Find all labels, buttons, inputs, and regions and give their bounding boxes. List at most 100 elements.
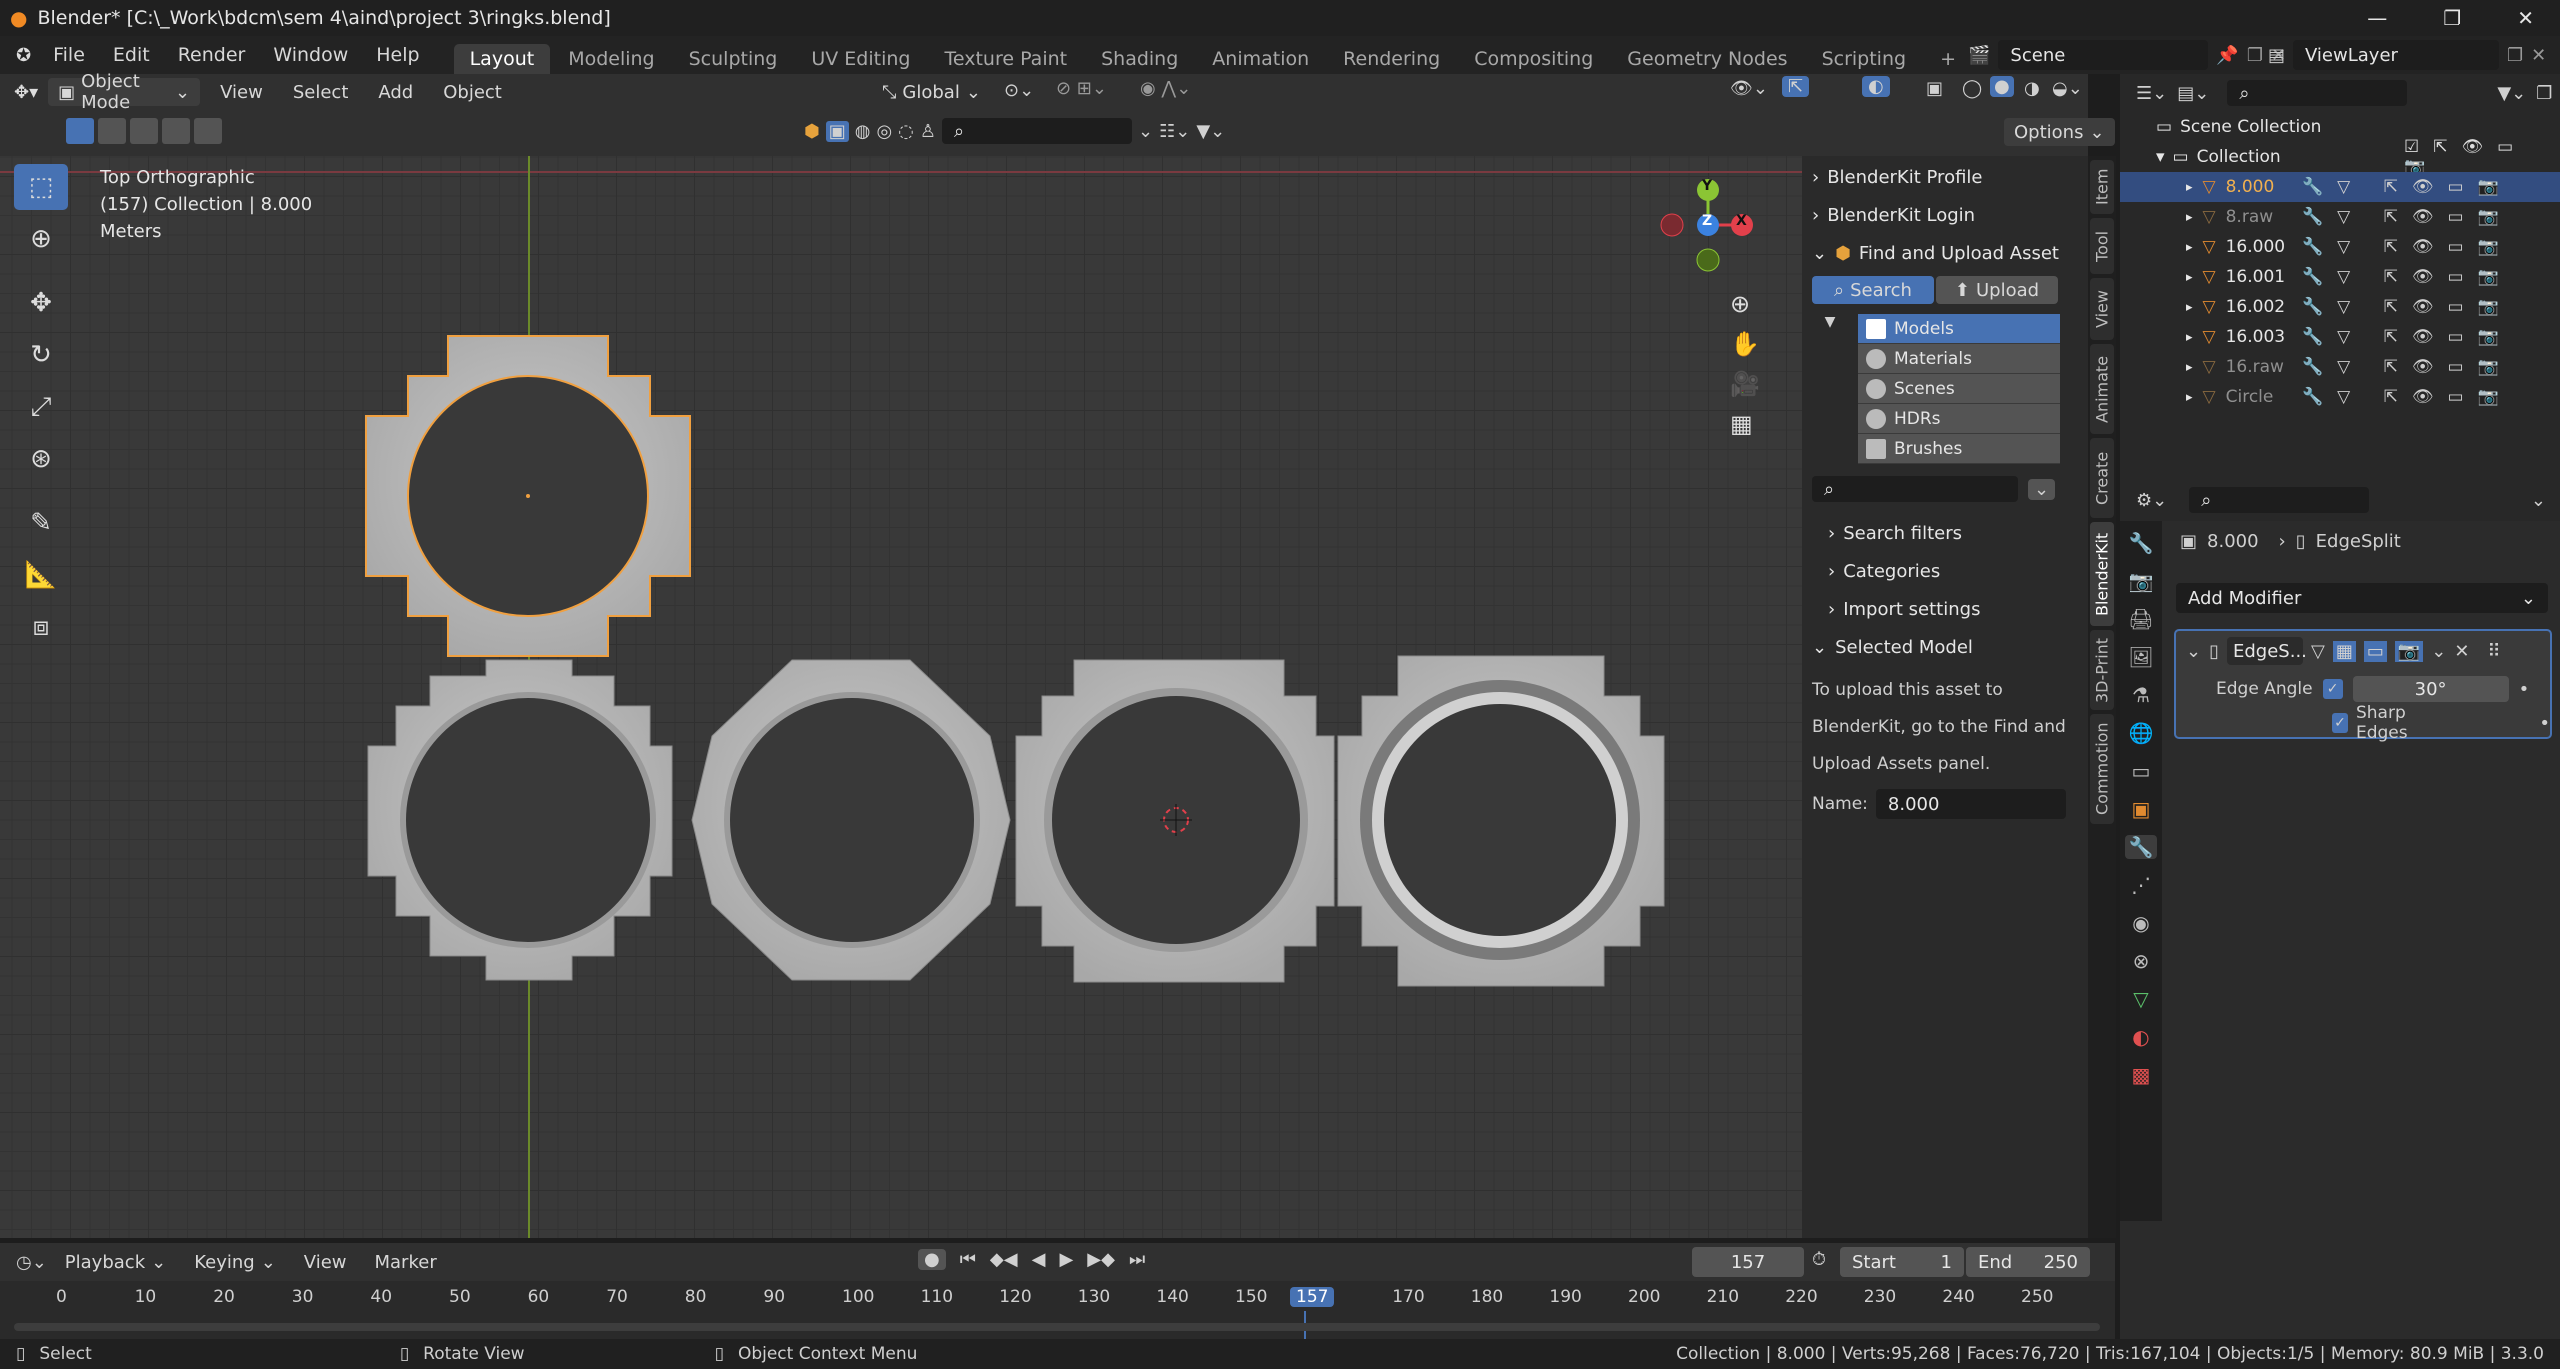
object-visibility-toggles[interactable]: 🔧▽ ⇱👁▭📷 (2302, 327, 2513, 347)
options-dropdown[interactable]: Options ⌄ (2004, 118, 2115, 146)
new-collection-icon[interactable]: ❐ (2536, 83, 2552, 104)
select-new-icon[interactable] (66, 118, 94, 144)
editor-type-icon[interactable]: ☰⌄ (2136, 83, 2167, 104)
edge-angle-checkbox[interactable]: ✓ (2322, 679, 2343, 699)
keyframe-dot-icon[interactable]: • (2539, 713, 2550, 734)
close-icon[interactable]: ✕ (2517, 6, 2534, 30)
tab-scripting[interactable]: Scripting (1806, 44, 1923, 74)
collapse-triangle-icon[interactable]: ▼ (1802, 314, 1858, 330)
object-name[interactable]: 8.raw (2226, 207, 2274, 227)
blenderkit-logo-icon[interactable]: ⬢ (804, 121, 820, 142)
modifier-menu-icon[interactable]: ⌄ (2431, 641, 2446, 662)
tab-view[interactable]: View (2090, 278, 2114, 340)
ring-16-003[interactable] (1337, 655, 1665, 987)
current-frame-field[interactable]: 157 (1692, 1247, 1804, 1277)
object-name[interactable]: 8.000 (2226, 177, 2275, 197)
gizmo-toggle-icon[interactable]: ⇱ (1782, 76, 1810, 97)
menu-timeline-view[interactable]: View (294, 1248, 357, 1276)
object-visibility-toggles[interactable]: 🔧▽ ⇱👁▭📷 (2302, 237, 2513, 257)
search-options-icon[interactable]: ⌄ (2028, 478, 2056, 500)
timeline-scrollbar[interactable] (14, 1323, 2100, 1331)
tab-modeling[interactable]: Modeling (552, 44, 670, 74)
tab-rendering[interactable]: Rendering (1327, 44, 1456, 74)
clock-icon[interactable]: ⏱ (1812, 1249, 1826, 1270)
tab-commotion[interactable]: Commotion (2090, 714, 2114, 824)
ring-16-001[interactable] (691, 659, 1011, 981)
asset-type-brushes[interactable]: Brushes (1858, 434, 2060, 464)
tab-blenderkit[interactable]: BlenderKit (2090, 522, 2114, 626)
blenderkit-login-panel[interactable]: › BlenderKit Login (1802, 196, 2088, 234)
select-invert-icon[interactable] (162, 118, 190, 144)
menu-playback[interactable]: Playback ⌄ (55, 1248, 176, 1276)
tab-create[interactable]: Create (2090, 438, 2114, 518)
tab-geometry-nodes[interactable]: Geometry Nodes (1611, 44, 1803, 74)
menu-file[interactable]: File (39, 36, 99, 74)
outliner-object-row[interactable]: ▸ ▽ 16.raw 🔧▽ ⇱👁▭📷 (2120, 352, 2560, 382)
menu-edit[interactable]: Edit (99, 36, 164, 74)
options-chevron-icon[interactable]: ⌄ (2531, 490, 2546, 511)
orientation-selector[interactable]: ⤡ Global ⌄ (872, 78, 991, 106)
material-shading-icon[interactable]: ◑ (2024, 78, 2040, 99)
outliner-object-row[interactable]: ▸ ▽ 16.003 🔧▽ ⇱👁▭📷 (2120, 322, 2560, 352)
asset-type-brush-icon[interactable]: ♙ (920, 121, 936, 142)
outliner-object-row[interactable]: ▸ ▽ Circle 🔧▽ ⇱👁▭📷 (2120, 382, 2560, 412)
solid-shading-icon[interactable]: ● (1990, 76, 2014, 97)
object-name[interactable]: 16.001 (2226, 267, 2285, 287)
view-layer-tab-icon[interactable]: 🖼 (2128, 645, 2153, 669)
delete-view-layer-icon[interactable]: ✕ (2531, 45, 2546, 66)
cage-toggle-icon[interactable]: ▦ (2332, 640, 2356, 662)
asset-type-scene-icon[interactable]: ◎ (876, 121, 892, 142)
properties-search-input[interactable]: ⌕ (2189, 487, 2370, 513)
particles-tab-icon[interactable]: ⋰ (2131, 873, 2151, 897)
upload-tab-button[interactable]: ⬆ Upload (1936, 276, 2058, 304)
play-icon[interactable]: ▶ (1059, 1249, 1073, 1270)
find-upload-panel[interactable]: ⌄ ⬢ Find and Upload Asset (1802, 234, 2088, 272)
collection-tab-icon[interactable]: ▭ (2132, 759, 2151, 783)
tab-texture-paint[interactable]: Texture Paint (928, 44, 1083, 74)
object-name[interactable]: 16.002 (2226, 297, 2285, 317)
jump-end-icon[interactable]: ⏭ (1129, 1249, 1145, 1270)
edit-mode-toggle-icon[interactable]: ▽ (2311, 641, 2325, 662)
ring-16-002[interactable] (1015, 659, 1335, 983)
outliner-object-row[interactable]: ▸ ▽ 8.raw 🔧▽ ⇱👁▭📷 (2120, 202, 2560, 232)
ring-8-000-selected[interactable] (365, 335, 691, 657)
view-layer-selector[interactable]: ViewLayer (2293, 40, 2500, 70)
object-name[interactable]: 16.000 (2226, 237, 2285, 257)
expand-icon[interactable]: ▸ (2186, 300, 2193, 315)
menu-window[interactable]: Window (259, 36, 362, 74)
prev-keyframe-icon[interactable]: ◆◀ (990, 1249, 1018, 1270)
categories-panel[interactable]: › Categories (1802, 552, 2088, 590)
modifier-name-field[interactable]: EdgeS... (2227, 637, 2307, 665)
tab-item[interactable]: Item (2090, 160, 2114, 214)
menu-help[interactable]: Help (362, 36, 433, 74)
asset-search-input[interactable]: ⌕ (942, 118, 1133, 144)
timeline-area[interactable]: 0 10 20 30 40 50 60 70 80 90 100 110 120 130 140 150 157… (0, 1281, 2115, 1341)
collection-toggles[interactable]: ☑⇱👁▭📷 (2404, 137, 2560, 177)
tab-sculpting[interactable]: Sculpting (673, 44, 794, 74)
tab-layout[interactable]: Layout (453, 44, 551, 74)
asset-type-scenes[interactable]: Scenes (1858, 374, 2060, 404)
physics-tab-icon[interactable]: ◉ (2132, 911, 2149, 935)
jump-start-icon[interactable]: ⏮ (960, 1249, 976, 1270)
new-view-layer-icon[interactable]: ❐ (2507, 45, 2523, 66)
object-visibility-toggles[interactable]: 🔧▽ ⇱👁▭📷 (2302, 297, 2513, 317)
tab-uv-editing[interactable]: UV Editing (795, 44, 926, 74)
outliner-object-row[interactable]: ▸ ▽ 16.002 🔧▽ ⇱👁▭📷 (2120, 292, 2560, 322)
import-settings-panel[interactable]: › Import settings (1802, 590, 2088, 628)
outliner-object-row[interactable]: ▸ ▽ 8.000 🔧▽ ⇱👁▭📷 (2120, 172, 2560, 202)
record-icon[interactable]: ● (918, 1249, 946, 1270)
overlay-toggle-icon[interactable]: ◐ (1862, 76, 1890, 97)
object-name[interactable]: 16.raw (2226, 357, 2284, 377)
selected-model-panel[interactable]: ⌄ Selected Model (1802, 628, 2088, 666)
menu-add[interactable]: Add (368, 78, 423, 106)
blenderkit-search-input[interactable]: ⌕ (1812, 476, 2018, 502)
expand-icon[interactable]: ▸ (2186, 330, 2193, 345)
render-toggle-icon[interactable]: 📷 (2394, 640, 2424, 662)
scene-selector[interactable]: Scene (1998, 40, 2209, 70)
current-frame-marker[interactable]: 157 (1290, 1287, 1335, 1307)
select-subtract-icon[interactable] (130, 118, 158, 144)
menu-render[interactable]: Render (164, 36, 260, 74)
edge-angle-field[interactable]: 30° (2352, 676, 2509, 702)
sort-icon[interactable]: ☷⌄ (1159, 121, 1190, 142)
data-tab-icon[interactable]: ▽ (2133, 987, 2148, 1011)
